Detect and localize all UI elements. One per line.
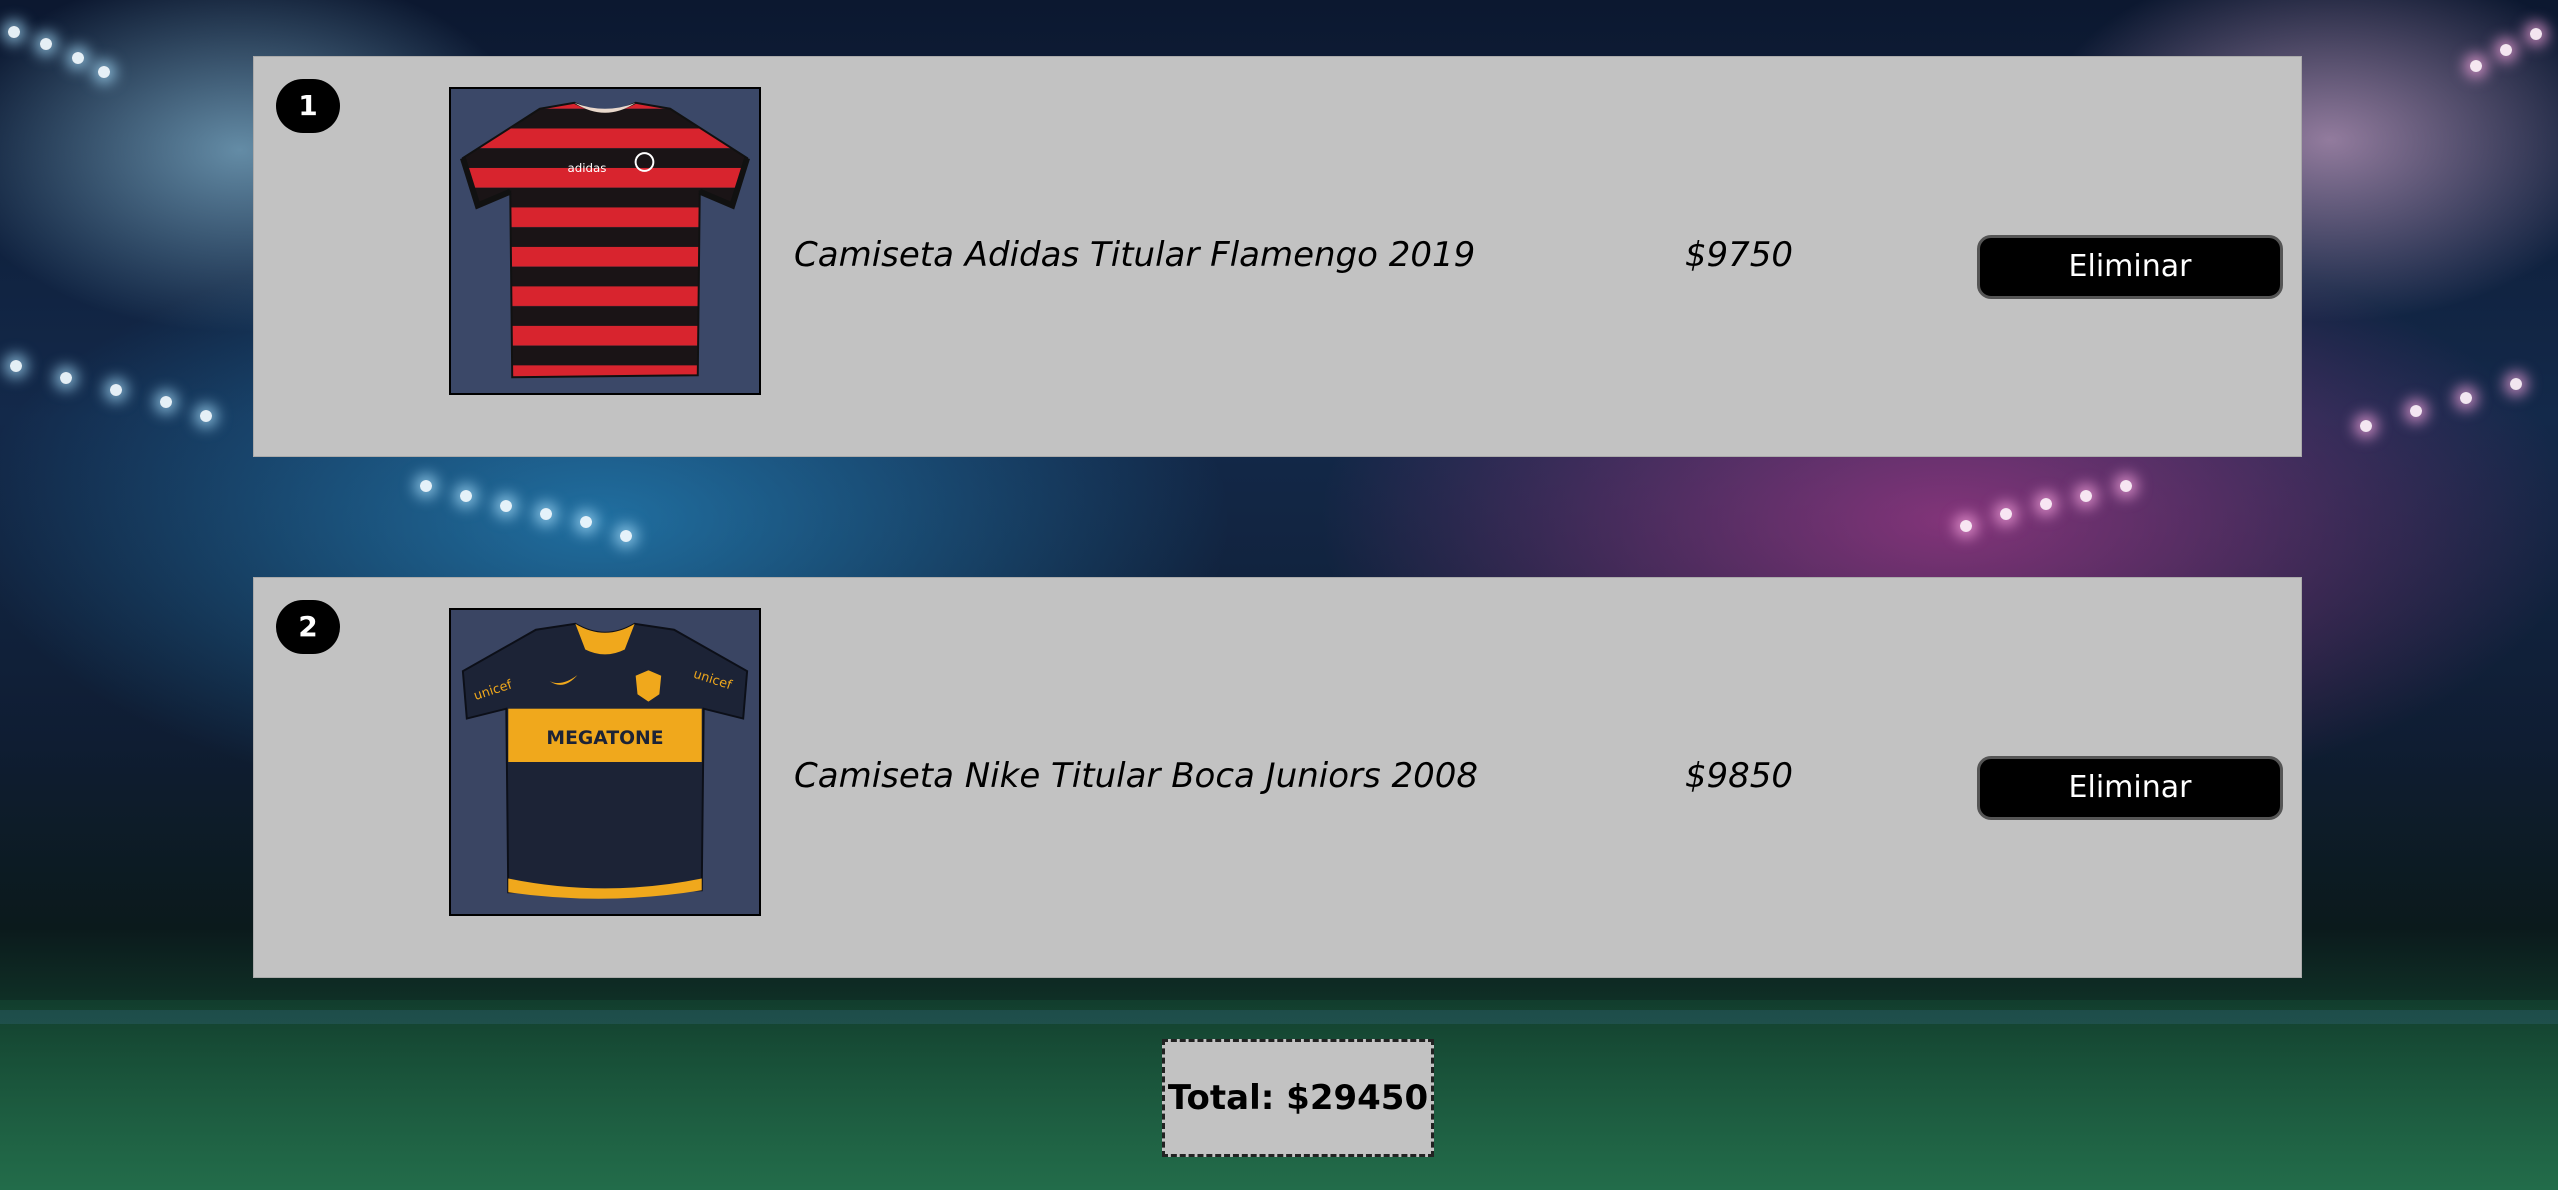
product-price: $9750 [1684, 235, 1794, 275]
cart-item: 2 MEGATONE unicef unicef Camiseta Nike T… [253, 577, 2302, 978]
product-price: $9850 [1684, 756, 1794, 796]
product-name: Camiseta Adidas Titular Flamengo 2019 [794, 235, 1476, 275]
remove-item-button[interactable]: Eliminar [1977, 235, 2283, 299]
jersey-sponsor-text: MEGATONE [546, 728, 663, 749]
item-index-badge: 1 [276, 79, 340, 133]
product-name: Camiseta Nike Titular Boca Juniors 2008 [794, 756, 1479, 796]
svg-text:adidas: adidas [567, 161, 606, 175]
cart-item: 1 adidas Camiseta Adidas Titular Flameng… [253, 56, 2302, 457]
remove-item-button[interactable]: Eliminar [1977, 756, 2283, 820]
item-index-badge: 2 [276, 600, 340, 654]
cart-total: Total: $29450 [1162, 1039, 1434, 1157]
flamengo-jersey-image: adidas [449, 87, 761, 395]
boca-jersey-image: MEGATONE unicef unicef [449, 608, 761, 916]
